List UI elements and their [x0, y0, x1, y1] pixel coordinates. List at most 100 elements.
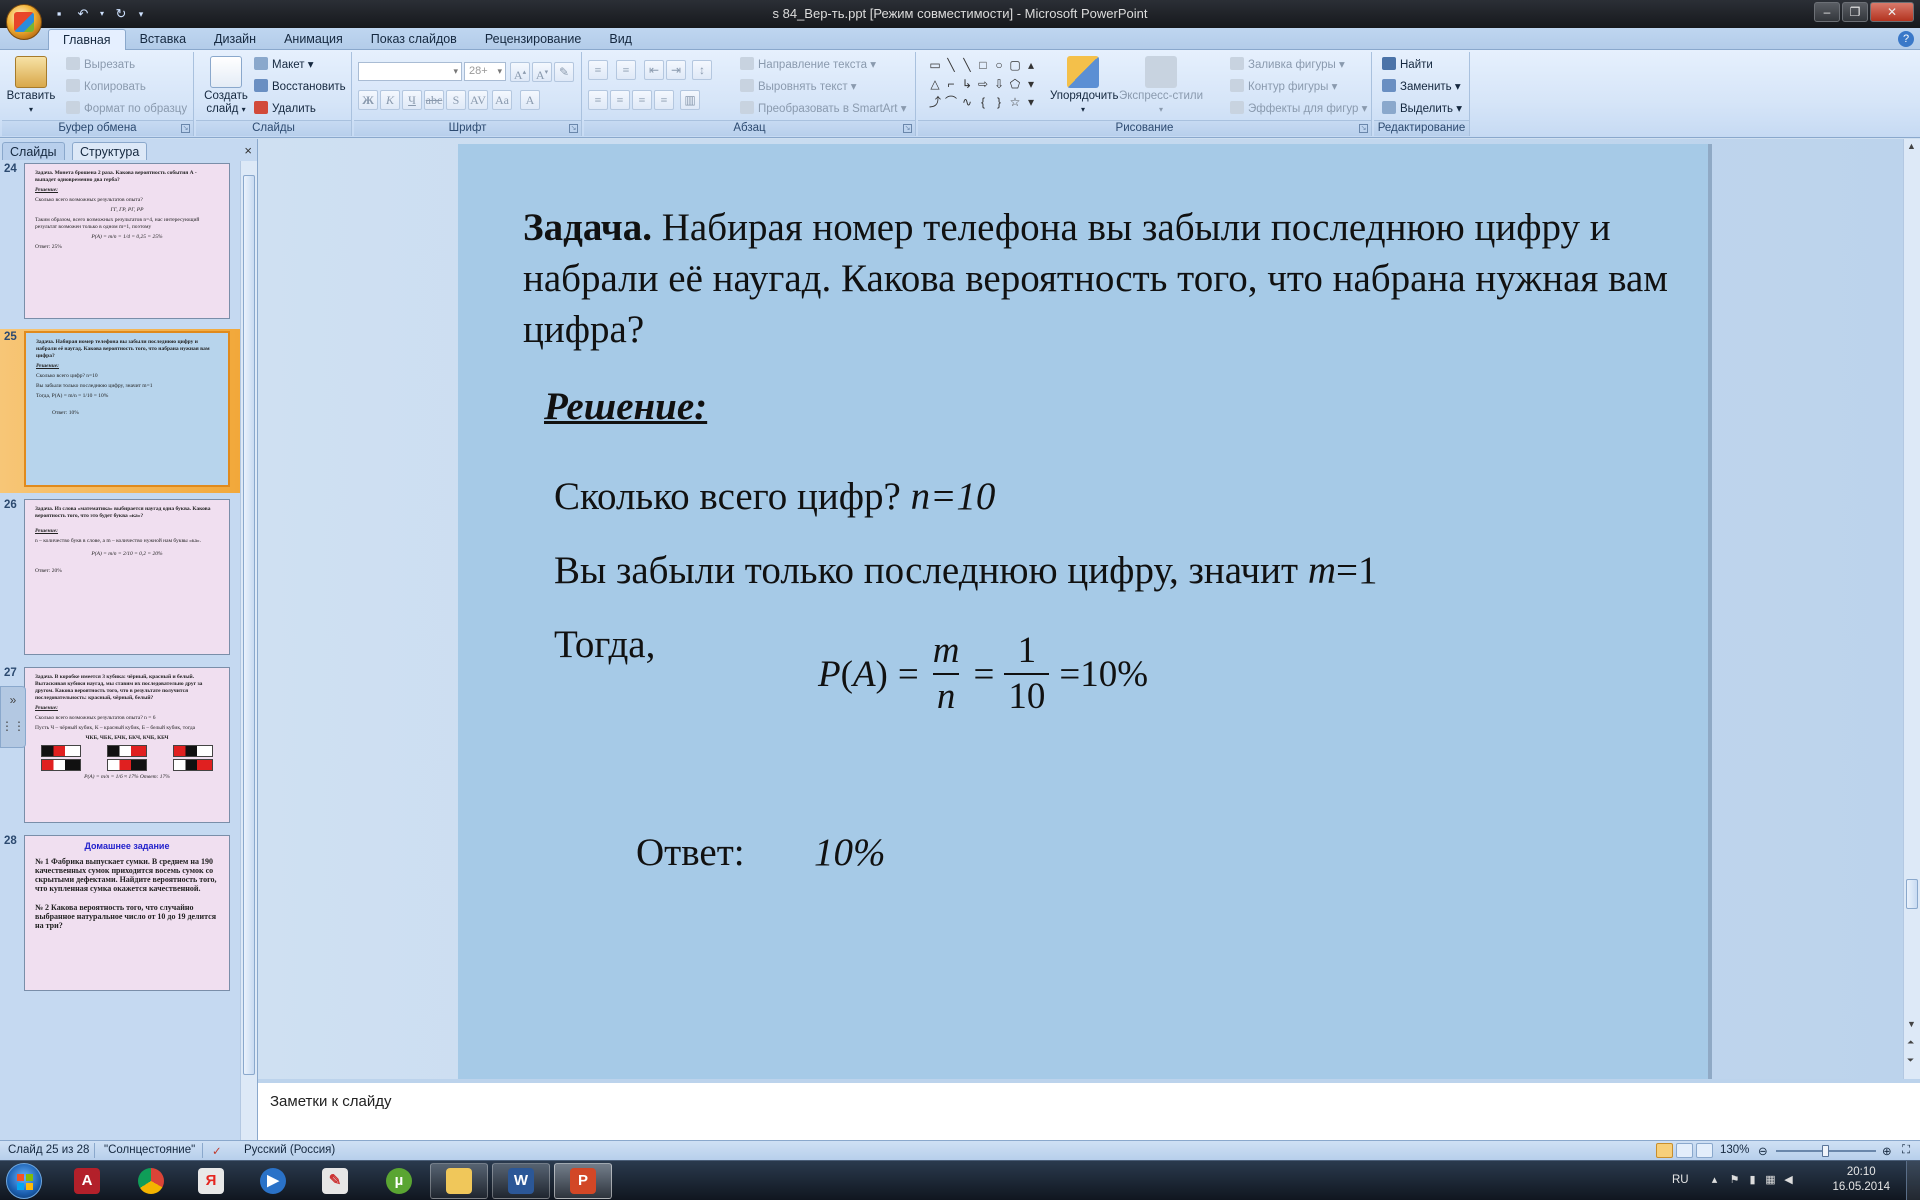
bullets-button[interactable]: ≡ [588, 60, 608, 80]
gallery-more-icon[interactable]: ▾ [1024, 95, 1038, 109]
layout-button[interactable]: Макет ▾ [254, 56, 314, 74]
scroll-up-icon[interactable]: ▲ [1907, 141, 1916, 151]
align-center-button[interactable]: ≡ [610, 90, 630, 110]
thumbnail-slide-25[interactable]: Задача. Набирая номер телефона вы забыли… [24, 331, 230, 487]
slideshow-view-button[interactable] [1696, 1143, 1713, 1158]
taskbar-app-powerpoint[interactable]: P [554, 1163, 612, 1199]
delete-slide-button[interactable]: Удалить [254, 100, 316, 118]
textbox-shape-icon[interactable]: ▭ [928, 58, 942, 72]
count-digits-line[interactable]: Сколько всего цифр? n=10 [554, 474, 995, 519]
zoom-level[interactable]: 130% [1720, 1144, 1749, 1156]
scrollbar-thumb[interactable] [1906, 879, 1918, 909]
start-button[interactable] [6, 1163, 42, 1199]
solution-heading[interactable]: Решение: [544, 384, 707, 429]
columns-button[interactable]: ▥ [680, 90, 700, 110]
smartart-button[interactable]: Преобразовать в SmartArt ▾ [740, 100, 906, 118]
arc-shape-icon[interactable]: ⤴ [928, 95, 942, 109]
network-icon[interactable]: ▦ [1764, 1174, 1777, 1187]
thumbnail-item-24[interactable]: 24 Задача. Монета брошена 2 раза. Какова… [0, 161, 240, 325]
slide-sorter-view-button[interactable] [1676, 1143, 1693, 1158]
taskbar-app-media-player[interactable]: ▶ [244, 1163, 302, 1199]
brace-right-shape-icon[interactable]: } [992, 95, 1006, 109]
clipboard-dialog-launcher-icon[interactable]: ↘ [181, 124, 190, 133]
bold-button[interactable]: Ж [358, 90, 378, 110]
shape-outline-button[interactable]: Контур фигуры ▾ [1230, 78, 1337, 96]
thumbnail-slide-27[interactable]: Задача. В коробке имеется 3 кубика: чёрн… [24, 667, 230, 823]
find-button[interactable]: Найти [1382, 56, 1433, 74]
maximize-button[interactable]: ❐ [1842, 2, 1868, 22]
clear-format-button[interactable]: ✎ [554, 62, 574, 82]
font-dialog-launcher-icon[interactable]: ↘ [569, 124, 578, 133]
thumbnail-item-26[interactable]: 26 Задача. Из слова «математика» выбирае… [0, 497, 240, 661]
thumbnail-slide-28[interactable]: Домашнее задание № 1 Фабрика выпускает с… [24, 835, 230, 991]
normal-view-button[interactable] [1656, 1143, 1673, 1158]
curve-shape-icon[interactable]: ⌒ [944, 95, 958, 109]
oval-shape-icon[interactable]: ○ [992, 58, 1006, 72]
paragraph-dialog-launcher-icon[interactable]: ↘ [903, 124, 912, 133]
taskbar-app-acrobat[interactable]: A [58, 1163, 116, 1199]
shapes-gallery[interactable]: ▭ ╲ ╲ □ ○ ▢ ▴ △ ⌐ ↳ ⇨ ⇩ ⬠ ▾ ⤴ ⌒ ∿ { } ☆ … [928, 58, 1038, 112]
flowchart-shape-icon[interactable]: ⬠ [1008, 77, 1022, 91]
quick-styles-button[interactable]: Экспресс-стили ▾ [1118, 56, 1204, 116]
down-arrow-shape-icon[interactable]: ⇩ [992, 77, 1006, 91]
line-spacing-button[interactable]: ↕ [692, 60, 712, 80]
underline-button[interactable]: Ч [402, 90, 422, 110]
freeform-shape-icon[interactable]: ∿ [960, 95, 974, 109]
new-slide-button[interactable]: Создать слайд ▾ [200, 56, 252, 116]
justify-button[interactable]: ≡ [654, 90, 674, 110]
zoom-slider-knob[interactable] [1822, 1145, 1829, 1157]
tab-insert[interactable]: Вставка [126, 29, 200, 50]
font-color-button[interactable]: A [520, 90, 540, 110]
reset-button[interactable]: Восстановить [254, 78, 346, 96]
battery-icon[interactable]: ▮ [1746, 1174, 1759, 1187]
thumbnail-item-27[interactable]: 27 Задача. В коробке имеется 3 кубика: ч… [0, 665, 240, 829]
tab-home[interactable]: Главная [48, 29, 126, 50]
favorable-line[interactable]: Вы забыли только последнюю цифру, значит… [554, 548, 1378, 593]
cut-button[interactable]: Вырезать [66, 56, 135, 74]
increase-indent-button[interactable]: ⇥ [666, 60, 686, 80]
shrink-font-button[interactable]: A▾ [532, 62, 552, 82]
taskbar-app-explorer[interactable] [430, 1163, 488, 1199]
help-icon[interactable]: ? [1898, 31, 1914, 47]
taskbar-app-chrome[interactable] [122, 1163, 180, 1199]
strikethrough-button[interactable]: abc [424, 90, 444, 110]
current-slide[interactable]: Задача. Набирая номер телефона вы забыли… [458, 144, 1708, 1079]
notes-pane[interactable]: Заметки к слайду [258, 1079, 1920, 1140]
line-shape-icon[interactable]: ╲ [944, 58, 958, 72]
scrollbar-thumb[interactable] [243, 175, 255, 1075]
change-case-button[interactable]: Aa [492, 90, 512, 110]
tray-expand-icon[interactable]: ▴ [1708, 1174, 1721, 1187]
thumbnail-item-28[interactable]: 28 Домашнее задание № 1 Фабрика выпускае… [0, 833, 240, 997]
next-slide-icon[interactable]: ⏷ [1907, 1055, 1914, 1066]
tab-animation[interactable]: Анимация [270, 29, 357, 50]
format-painter-button[interactable]: Формат по образцу [66, 100, 187, 118]
taskbar-app-paint[interactable]: ✎ [306, 1163, 364, 1199]
scroll-down-icon[interactable]: ▼ [1907, 1019, 1916, 1029]
rounded-rect-shape-icon[interactable]: ▢ [1008, 58, 1022, 72]
zoom-out-icon[interactable]: ⊖ [1758, 1144, 1768, 1158]
tab-view[interactable]: Вид [595, 29, 646, 50]
tab-slides[interactable]: Слайды [2, 142, 65, 160]
probability-formula[interactable]: P ( A ) = m n = 1 10 =10% [818, 614, 1148, 734]
line-shape-icon[interactable]: ╲ [960, 58, 974, 72]
align-left-button[interactable]: ≡ [588, 90, 608, 110]
zoom-in-icon[interactable]: ⊕ [1882, 1144, 1892, 1158]
thumbnail-slide-24[interactable]: Задача. Монета брошена 2 раза. Какова ве… [24, 163, 230, 319]
gallery-scroll-icon[interactable]: ▴ [1024, 58, 1038, 72]
font-name-combo[interactable] [358, 62, 462, 81]
office-button[interactable] [6, 4, 42, 40]
then-label[interactable]: Тогда, [554, 622, 655, 667]
font-size-combo[interactable]: 28+ [464, 62, 506, 81]
taskbar-app-utorrent[interactable]: µ [370, 1163, 428, 1199]
rectangle-shape-icon[interactable]: □ [976, 58, 990, 72]
language-status[interactable]: Русский (Россия) [244, 1144, 335, 1156]
brace-left-shape-icon[interactable]: { [976, 95, 990, 109]
previous-slide-icon[interactable]: ⏶ [1907, 1037, 1914, 1048]
close-panel-icon[interactable]: × [244, 143, 252, 158]
answer-value[interactable]: 10% [814, 830, 886, 875]
triangle-shape-icon[interactable]: △ [928, 77, 942, 91]
shape-effects-button[interactable]: Эффекты для фигур ▾ [1230, 100, 1367, 118]
star-shape-icon[interactable]: ☆ [1008, 95, 1022, 109]
grow-font-button[interactable]: A▴ [510, 62, 530, 82]
gallery-scroll-icon[interactable]: ▾ [1024, 77, 1038, 91]
